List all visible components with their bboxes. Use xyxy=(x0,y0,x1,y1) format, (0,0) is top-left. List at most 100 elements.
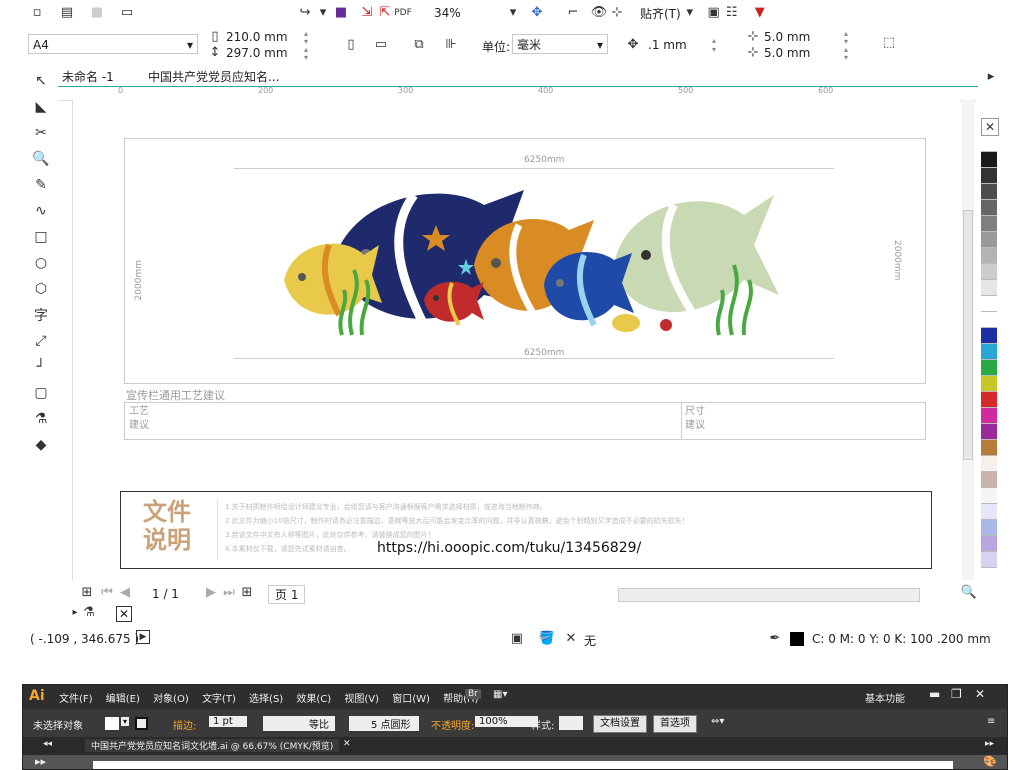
text-tool-icon[interactable]: 字 xyxy=(30,304,52,326)
first-page-icon[interactable]: ⏮ xyxy=(98,584,116,602)
shadow-tool-icon[interactable]: ▢ xyxy=(30,382,52,404)
eyedropper-tool-icon[interactable]: ⚗ xyxy=(30,408,52,430)
play-icon[interactable]: ▶ xyxy=(136,630,150,644)
import-icon[interactable]: ⇲ xyxy=(358,4,376,22)
menu-effect[interactable]: 效果(C) xyxy=(296,694,331,705)
stroke-swatch[interactable] xyxy=(135,717,148,730)
zoom-fit-icon[interactable]: 🔍 xyxy=(960,584,978,602)
panel-expand-icon[interactable]: ▸▸ xyxy=(985,739,994,749)
nudge-stepper[interactable]: ▴ ▾ xyxy=(712,36,716,54)
fill-tool-icon[interactable]: ◆ xyxy=(30,434,52,456)
tabs-scroll-icon[interactable]: ▸ xyxy=(982,68,1000,86)
tab-untitled[interactable]: 未命名 -1 xyxy=(62,68,114,85)
print-icon[interactable]: ▭ xyxy=(118,4,136,22)
add-page-icon[interactable]: ⊞ xyxy=(78,584,96,602)
minimize-icon[interactable]: ▬ xyxy=(929,687,940,701)
page-layout-icon[interactable]: ⌐ xyxy=(564,4,582,22)
fill-dropdown-icon[interactable]: ▾ xyxy=(121,717,130,726)
save-icon[interactable]: ■ xyxy=(88,4,106,22)
redo-icon[interactable]: ↪ xyxy=(296,4,314,22)
panel-menu-icon[interactable]: ≡ xyxy=(987,716,995,727)
style-swatch[interactable] xyxy=(559,716,583,730)
palette-swatch[interactable] xyxy=(981,536,997,552)
menu-file[interactable]: 文件(F) xyxy=(59,694,93,705)
palette-swatch[interactable] xyxy=(981,232,997,248)
nudge-value[interactable]: .1 mm xyxy=(648,38,687,52)
restore-icon[interactable]: ❐ xyxy=(951,687,962,701)
dimension-tool-icon[interactable]: ⤢ xyxy=(30,330,52,352)
menu-view[interactable]: 视图(V) xyxy=(344,694,379,705)
export-icon[interactable]: ⇱ xyxy=(376,4,394,22)
size-stepper[interactable]: ▴ ▾ ▴ ▾ xyxy=(304,30,308,62)
no-color-icon[interactable]: ✕ xyxy=(981,118,999,136)
palette-swatch[interactable] xyxy=(981,280,997,296)
workspace-switcher[interactable]: 基本功能 xyxy=(865,690,905,705)
ai-selection-tool-icon[interactable]: ▸▸ xyxy=(35,755,46,768)
ai-doc-tab[interactable]: 中国共产党党员应知名词文化墙.ai @ 66.67% (CMYK/预览) xyxy=(85,739,340,752)
palette-swatch[interactable] xyxy=(981,328,997,344)
close-icon[interactable]: ✕ xyxy=(975,687,985,701)
document-info-icon[interactable]: ▣ xyxy=(508,630,526,648)
view-icon[interactable]: 👁 xyxy=(590,4,608,22)
corel-connect-icon[interactable]: ■ xyxy=(332,4,350,22)
preferences-button[interactable]: 首选项 xyxy=(653,715,697,733)
next-page-icon[interactable]: ▶ xyxy=(202,584,220,602)
vertical-scrollbar[interactable] xyxy=(962,100,974,580)
zoom-level[interactable]: 34% xyxy=(434,6,504,20)
zoom-dropdown-icon[interactable]: ▾ xyxy=(504,4,522,22)
panel-collapse-icon[interactable]: ◂◂ xyxy=(43,739,52,749)
palette-swatch[interactable] xyxy=(981,520,997,536)
height-value[interactable]: 297.0 mm xyxy=(226,46,288,60)
palette-swatch[interactable] xyxy=(981,152,997,168)
palette-swatch[interactable] xyxy=(981,472,997,488)
fill-bucket-icon[interactable]: 🪣 xyxy=(538,630,556,648)
fullscreen-icon[interactable]: ✥ xyxy=(528,4,546,22)
treat-as-filled-icon[interactable]: ⬚ xyxy=(880,34,898,52)
pdf-icon[interactable]: PDF xyxy=(394,4,412,22)
snap-dropdown-icon[interactable]: ▾ xyxy=(681,4,699,22)
fill-swatch[interactable] xyxy=(105,717,119,730)
snap-menu[interactable]: 贴齐(T) xyxy=(640,5,681,22)
shape-tool-icon[interactable]: ◣ xyxy=(30,96,52,118)
menu-type[interactable]: 文字(T) xyxy=(202,694,236,705)
portrait-icon[interactable]: ▯ xyxy=(342,36,360,54)
palette-swatch[interactable] xyxy=(981,424,997,440)
artistic-media-icon[interactable]: ∿ xyxy=(30,200,52,222)
menu-object[interactable]: 对象(O) xyxy=(153,694,189,705)
prev-page-icon[interactable]: ◀ xyxy=(116,584,134,602)
new-icon[interactable]: ▫ xyxy=(28,4,46,22)
connector-tool-icon[interactable]: ┘ xyxy=(30,356,52,378)
menu-edit[interactable]: 编辑(E) xyxy=(106,694,140,705)
checklist-icon[interactable]: ☷ xyxy=(723,4,741,22)
arrange-icon[interactable]: ▦▾ xyxy=(493,689,507,700)
palette-swatch[interactable] xyxy=(981,296,997,312)
page-size-select[interactable]: A4 ▾ xyxy=(28,34,198,54)
menu-select[interactable]: 选择(S) xyxy=(249,694,283,705)
document-setup-button[interactable]: 文档设置 xyxy=(593,715,647,733)
palette-swatch[interactable] xyxy=(981,504,997,520)
last-page-icon[interactable]: ⏭ xyxy=(220,584,238,602)
palette-swatch[interactable] xyxy=(981,344,997,360)
landscape-icon[interactable]: ▭ xyxy=(372,36,390,54)
freehand-tool-icon[interactable]: ✎ xyxy=(30,174,52,196)
palette-swatch[interactable] xyxy=(981,488,997,504)
polygon-tool-icon[interactable]: ⬡ xyxy=(30,278,52,300)
drawing-canvas[interactable]: 6250mm 6250mm 2000mm 2000mm 宣传栏通用工艺建议 工艺… xyxy=(74,100,960,580)
pick-tool-icon[interactable]: ↖ xyxy=(30,70,52,92)
opacity-value[interactable]: 100% xyxy=(475,716,538,727)
ellipse-tool-icon[interactable]: ○ xyxy=(30,252,52,274)
launcher-icon[interactable]: ▼ xyxy=(751,4,769,22)
add-page-after-icon[interactable]: ⊞ xyxy=(238,584,256,602)
palette-swatch[interactable] xyxy=(981,392,997,408)
dup-y-value[interactable]: 5.0 mm xyxy=(764,46,810,60)
options-icon[interactable]: ▣ xyxy=(705,4,723,22)
all-pages-icon[interactable]: ⧉ xyxy=(410,36,428,54)
menu-window[interactable]: 窗口(W) xyxy=(392,694,430,705)
brush-select[interactable]: 5 点圆形 xyxy=(349,716,419,731)
palette-swatch[interactable] xyxy=(981,184,997,200)
palette-swatch[interactable] xyxy=(981,248,997,264)
palette-swatch[interactable] xyxy=(981,264,997,280)
palette-swatch[interactable] xyxy=(981,200,997,216)
grid-icon[interactable]: ⊹ xyxy=(608,4,626,22)
dup-x-value[interactable]: 5.0 mm xyxy=(764,30,810,44)
